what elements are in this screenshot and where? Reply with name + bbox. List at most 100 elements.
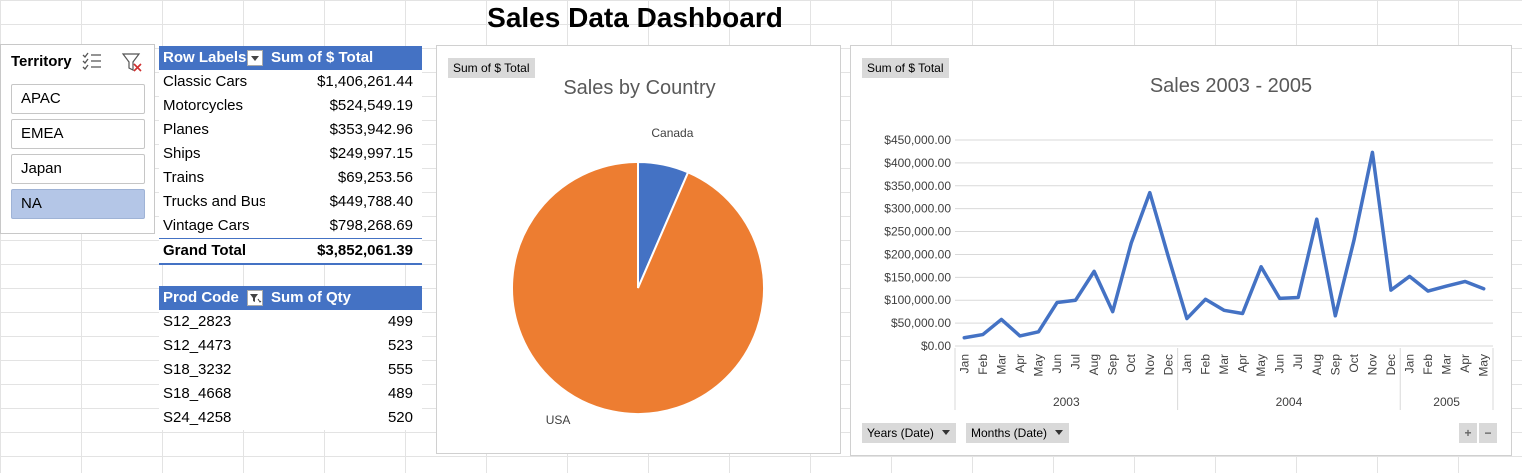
pie-label-canada: Canada (651, 126, 693, 140)
row-value: $798,268.69 (329, 217, 413, 234)
table-row[interactable]: Planes $353,942.96 (159, 118, 422, 142)
x-month-label: Jul (1069, 354, 1083, 369)
slicer-item-na[interactable]: NA (11, 189, 145, 219)
pivot-table-qty: Prod Code Sum of Qty S12_2823 499 S12_447… (159, 286, 422, 430)
dropdown-arrow-icon (941, 430, 950, 435)
x-year-label: 2004 (1276, 395, 1303, 409)
row-label: S12_4473 (163, 337, 232, 354)
y-tick-label: $350,000.00 (884, 179, 951, 193)
pie-chart-panel[interactable]: Sum of $ Total Sales by Country Canada US… (436, 45, 841, 454)
grand-total-label: Grand Total (163, 242, 247, 259)
x-month-label: Nov (1143, 354, 1157, 375)
grand-total-row[interactable]: Grand Total $3,852,061.39 (159, 238, 422, 265)
table-row[interactable]: S24_4258 520 (159, 406, 422, 430)
row-value: 555 (387, 361, 413, 378)
row-label: S18_4668 (163, 385, 232, 402)
x-month-label: Oct (1347, 353, 1361, 372)
y-tick-label: $0.00 (921, 339, 951, 353)
pivot-header: Prod Code Sum of Qty (159, 286, 422, 310)
x-month-label: Mar (994, 354, 1008, 375)
row-label: Motorcycles (163, 97, 244, 114)
table-row[interactable]: Classic Cars $1,406,261.44 (159, 70, 422, 94)
years-axis-label: Years (Date) (867, 426, 934, 440)
x-month-label: Jul (1291, 354, 1305, 369)
x-month-label: Aug (1310, 354, 1324, 375)
y-tick-label: $200,000.00 (884, 247, 951, 261)
y-tick-label: $450,000.00 (884, 133, 951, 147)
row-value: $353,942.96 (329, 121, 413, 138)
years-axis-button[interactable]: Years (Date) (862, 423, 956, 443)
x-month-label: Jan (957, 354, 971, 373)
table-row[interactable]: Trains $69,253.56 (159, 166, 422, 190)
x-year-label: 2003 (1053, 395, 1080, 409)
x-month-label: Mar (1440, 354, 1454, 375)
y-tick-label: $50,000.00 (891, 316, 951, 330)
pie-label-usa: USA (546, 413, 571, 427)
table-row[interactable]: S18_4668 489 (159, 382, 422, 406)
x-month-label: Jan (1403, 354, 1417, 373)
expand-field-button[interactable]: + (1459, 423, 1477, 443)
collapse-field-button[interactable]: − (1479, 423, 1497, 443)
x-month-label: Feb (1421, 354, 1435, 375)
y-tick-label: $400,000.00 (884, 156, 951, 170)
table-row[interactable]: S12_2823 499 (159, 310, 422, 334)
row-label: Classic Cars (163, 73, 248, 90)
pivot-table-sales: Row Labels Sum of $ Total Classic Cars $1… (159, 46, 422, 265)
slicer-item-japan[interactable]: Japan (11, 154, 145, 184)
row-label: S12_2823 (163, 313, 232, 330)
row-label: Planes (163, 121, 209, 138)
x-month-label: May (1477, 354, 1491, 377)
x-month-label: Dec (1384, 354, 1398, 375)
filter-dropdown-icon[interactable] (247, 50, 263, 66)
table-row[interactable]: Trucks and Buses $449,788.40 (159, 190, 422, 214)
sales-series-line[interactable] (962, 150, 1486, 340)
table-row[interactable]: Vintage Cars $798,268.69 (159, 214, 422, 238)
slicer-item-emea[interactable]: EMEA (11, 119, 145, 149)
table-row[interactable]: S18_3232 555 (159, 358, 422, 382)
months-axis-button[interactable]: Months (Date) (966, 423, 1070, 443)
row-value: $524,549.19 (329, 97, 413, 114)
row-value: 520 (387, 409, 413, 426)
x-month-label: May (1031, 354, 1045, 377)
line-chart-panel[interactable]: Sum of $ Total Sales 2003 - 2005 $0.00 $5… (850, 45, 1512, 456)
x-month-label: Sep (1328, 354, 1342, 376)
y-tick-label: $300,000.00 (884, 202, 951, 216)
y-tick-label: $150,000.00 (884, 270, 951, 284)
x-month-label: Jan (1180, 354, 1194, 373)
slicer-item-apac[interactable]: APAC (11, 84, 145, 114)
table-row[interactable]: Motorcycles $524,549.19 (159, 94, 422, 118)
row-label: Ships (163, 145, 201, 162)
dropdown-arrow-icon (1055, 430, 1064, 435)
x-year-label: 2005 (1433, 395, 1460, 409)
x-month-label: Nov (1365, 354, 1379, 375)
line-chart: $0.00 $50,000.00 $100,000.00 $150,000.00 $20… (884, 133, 1494, 410)
x-month-label: Feb (1198, 354, 1212, 375)
pivot-header: Row Labels Sum of $ Total (159, 46, 422, 70)
clear-filter-icon[interactable] (121, 51, 143, 73)
filter-applied-icon[interactable] (247, 290, 263, 306)
table-row[interactable]: S12_4473 523 (159, 334, 422, 358)
row-label: S24_4258 (163, 409, 232, 426)
row-value: $69,253.56 (337, 169, 413, 186)
grand-total-value: $3,852,061.39 (317, 242, 413, 259)
row-label: S18_3232 (163, 361, 232, 378)
y-tick-label: $100,000.00 (884, 293, 951, 307)
territory-slicer[interactable]: Territory APAC EMEA Japan NA (0, 44, 155, 234)
pie-slice-usa[interactable] (511, 160, 765, 415)
x-month-label: Aug (1087, 354, 1101, 375)
sum-total-header: Sum of $ Total (271, 49, 374, 66)
x-month-label: Dec (1161, 354, 1175, 375)
row-value: 523 (387, 337, 413, 354)
table-row[interactable]: Ships $249,997.15 (159, 142, 422, 166)
row-value: $249,997.15 (329, 145, 413, 162)
row-label: Trucks and Buses (163, 193, 265, 210)
row-value: 489 (387, 385, 413, 402)
multi-select-icon[interactable] (81, 51, 103, 71)
x-month-label: Apr (1458, 354, 1472, 373)
row-value: $1,406,261.44 (317, 73, 413, 90)
row-value: $449,788.40 (329, 193, 413, 210)
slicer-header: Territory (11, 53, 72, 70)
row-value: 499 (387, 313, 413, 330)
prod-code-header: Prod Code (163, 289, 239, 306)
y-tick-label: $250,000.00 (884, 225, 951, 239)
